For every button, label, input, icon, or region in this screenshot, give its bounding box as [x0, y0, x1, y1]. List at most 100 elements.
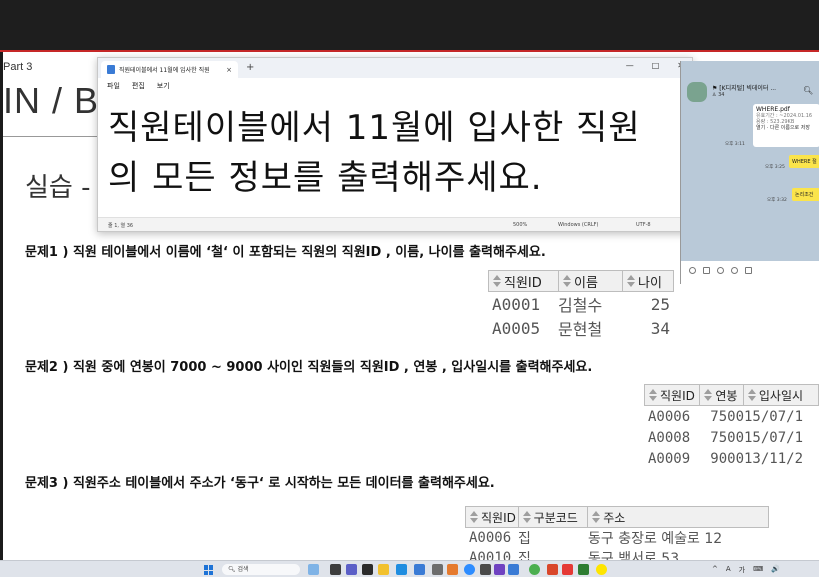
notepad-menubar: 파일 편집 보기 [98, 78, 692, 93]
app-icon[interactable] [480, 564, 491, 575]
sort-icon [703, 388, 713, 402]
notepad-titlebar: 직원테이블에서 11월에 입사한 직원 × + — □ ✕ [98, 58, 692, 78]
tab-title: 직원테이블에서 11월에 입사한 직원 [119, 67, 210, 74]
attach-icon[interactable] [731, 267, 738, 274]
sort-icon [626, 274, 636, 288]
store-icon[interactable] [414, 564, 425, 575]
result-table-1: 직원ID 이름 나이 A0001 김철수 25 A0005 문현철 34 [488, 270, 674, 340]
message-time: 오후 3:11 [725, 142, 745, 147]
chat-icon[interactable] [717, 267, 724, 274]
zoom-icon[interactable] [464, 564, 475, 575]
powerpoint-icon[interactable] [547, 564, 558, 575]
table-header: 직원ID 이름 나이 [488, 270, 674, 292]
sort-icon [492, 274, 502, 288]
practice-heading: 실습 - [25, 173, 91, 203]
edge-browser-icon[interactable] [396, 564, 407, 575]
file-actions[interactable]: 열기 · 다른 이름으로 저장 [756, 125, 817, 131]
table-row: A0008 7500 15/07/1 [648, 429, 804, 446]
chat-app-icon[interactable] [346, 564, 357, 575]
chat-window: ⚑ [K디지털] 빅데이터 ... ♙ 34 🔍︎ WHERE.pdf 유효기간… [680, 61, 819, 284]
chat-header: ⚑ [K디지털] 빅데이터 ... ♙ 34 🔍︎ [681, 61, 819, 103]
app-icon[interactable] [447, 564, 458, 575]
title-divider [3, 136, 98, 137]
question-2: 문제2 ) 직원 중에 연봉이 7000 ~ 9000 사이인 직원들의 직원I… [25, 360, 593, 375]
widgets-icon[interactable] [308, 564, 319, 575]
search-icon[interactable]: 🔍︎ [803, 86, 813, 95]
column-header[interactable]: 직원ID [489, 271, 559, 291]
notepad-window: 직원테이블에서 11월에 입사한 직원 × + — □ ✕ 파일 편집 보기 직… [97, 57, 693, 232]
sort-icon [469, 510, 479, 524]
member-count: ♙ 34 [712, 92, 725, 98]
tray-volume-icon[interactable]: 🔊 [771, 565, 780, 575]
sort-icon [747, 388, 757, 402]
tray-ime-icon[interactable]: A [726, 565, 731, 575]
mail-icon[interactable] [432, 564, 443, 575]
system-tray: ^ A 가 ⌨ 🔊 [712, 565, 780, 575]
task-view-icon[interactable] [330, 564, 341, 575]
table-row: A0009 9000 13/11/2 [648, 450, 804, 467]
notepad-taskbar-icon[interactable] [508, 564, 519, 575]
chat-bubble[interactable]: 논리조건 [792, 188, 819, 201]
new-tab-button[interactable]: + [246, 62, 254, 73]
cursor-position: 줄 1, 열 36 [108, 223, 134, 229]
start-button[interactable] [204, 565, 214, 575]
kakaotalk-icon[interactable] [596, 564, 607, 575]
notepad-text-area[interactable]: 직원테이블에서 11월에 입사한 직원의 모든 정보를 출력해주세요. [108, 103, 698, 203]
calendar-icon[interactable] [703, 267, 710, 274]
column-header[interactable]: 이름 [559, 271, 623, 291]
app-icon[interactable] [494, 564, 505, 575]
table-row: A0005 문현철 34 [492, 318, 670, 340]
notepad-statusbar: 줄 1, 열 36 500% Windows (CRLF) UTF-8 [98, 217, 692, 231]
text-line-2: 의 모든 정보를 출력해주세요. [108, 158, 543, 198]
top-dark-band [0, 0, 819, 50]
file-message[interactable]: WHERE.pdf 유효기간 : ~2024.01.16 용량 : 523.29… [753, 104, 819, 147]
minimize-button[interactable]: — [626, 61, 634, 70]
line-ending: Windows (CRLF) [558, 222, 599, 228]
table-row: A0001 김철수 25 [492, 294, 670, 316]
tray-chevron-icon[interactable]: ^ [712, 565, 718, 575]
sort-icon [591, 510, 601, 524]
menu-file[interactable]: 파일 [107, 81, 120, 91]
table-header: 직원ID 연봉 입사일시 [644, 384, 819, 406]
column-header[interactable]: 입사일시 [744, 385, 818, 405]
notepad-tab[interactable]: 직원테이블에서 11월에 입사한 직원 × [101, 61, 238, 78]
text-line-1: 직원테이블에서 11월에 입사한 직원 [108, 108, 641, 148]
column-header[interactable]: 나이 [623, 271, 673, 291]
screen: Part 3 IN / B 실습 - 문제1 ) 직원 테이블에서 이름에 ‘철… [0, 0, 819, 577]
chat-bubble[interactable]: WHERE 절 [789, 155, 819, 168]
tray-keyboard-icon[interactable]: ⌨ [753, 565, 763, 575]
menu-edit[interactable]: 편집 [132, 81, 145, 91]
column-header[interactable]: 직원ID [645, 385, 701, 405]
chrome-icon[interactable] [529, 564, 540, 575]
chat-room-title: ⚑ [K디지털] 빅데이터 ... [712, 85, 777, 92]
tab-close-icon[interactable]: × [226, 66, 232, 74]
notepad-icon [107, 65, 115, 74]
table-row: A0010 집 동구 백서로 53 [469, 550, 680, 560]
excel-icon[interactable] [578, 564, 589, 575]
capture-icon[interactable] [745, 267, 752, 274]
result-table-2: 직원ID 연봉 입사일시 A0006 7500 15/07/1 A0008 75… [644, 384, 819, 469]
part-label: Part 3 [3, 61, 33, 73]
zoom-level: 500% [513, 222, 528, 228]
result-table-3: 직원ID 구분코드 주소 A0006 집 동구 충장로 예술로 12 A0010… [465, 506, 769, 560]
question-3: 문제3 ) 직원주소 테이블에서 주소가 ‘동구‘ 로 시작하는 모든 데이터를… [25, 476, 495, 491]
tray-language-icon[interactable]: 가 [739, 565, 745, 575]
column-header[interactable]: 연봉 [700, 385, 744, 405]
encoding: UTF-8 [636, 222, 651, 228]
app-icon[interactable] [562, 564, 573, 575]
file-explorer-icon[interactable] [378, 564, 389, 575]
message-time: 오후 3:32 [767, 198, 787, 203]
table-row: A0006 집 동구 충장로 예술로 12 [469, 530, 723, 547]
emoji-icon[interactable] [689, 267, 696, 274]
maximize-button[interactable]: □ [652, 61, 660, 70]
taskbar: 🔍︎ 검색 ^ A 가 ⌨ 🔊 [0, 560, 819, 577]
chat-input-area[interactable] [681, 261, 819, 284]
menu-view[interactable]: 보기 [157, 81, 170, 91]
column-header[interactable]: 구분코드 [519, 507, 589, 527]
column-header[interactable]: 주소 [588, 507, 768, 527]
column-header[interactable]: 직원ID [466, 507, 519, 527]
table-row: A0006 7500 15/07/1 [648, 408, 804, 425]
table-header: 직원ID 구분코드 주소 [465, 506, 769, 528]
app-icon[interactable] [362, 564, 373, 575]
taskbar-search[interactable]: 🔍︎ 검색 [222, 564, 300, 575]
